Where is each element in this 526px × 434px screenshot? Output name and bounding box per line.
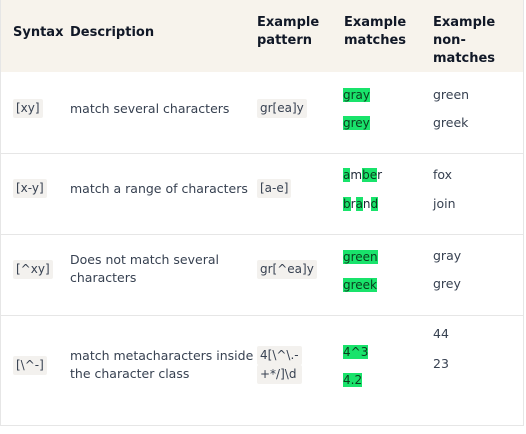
table-row: [x-y] match a range of characters [a-e] … xyxy=(1,154,523,234)
table-header: Syntax Description Example pattern Examp… xyxy=(1,0,523,72)
nonmatch-item: 44 xyxy=(433,326,449,341)
nonmatch-item: 23 xyxy=(433,356,449,371)
match-item: brand xyxy=(343,197,379,211)
table-row: [xy] match several characters gr[ea]y gr… xyxy=(1,73,523,153)
syntax-cell: [x-y] xyxy=(13,179,47,198)
nonmatch-item: grey xyxy=(433,276,461,291)
description-cell: match several characters xyxy=(70,101,230,116)
header-example-pattern: Example pattern xyxy=(257,15,320,48)
match-item: green xyxy=(343,250,378,264)
pattern-cell: gr[ea]y xyxy=(257,99,307,118)
syntax-cell: [\^-] xyxy=(13,356,47,375)
description-cell: match metacharacters inside the characte… xyxy=(70,348,254,381)
table-row: [\^-] match metacharacters inside the ch… xyxy=(1,316,523,426)
nonmatch-item: join xyxy=(433,196,456,211)
regex-character-class-table: Syntax Description Example pattern Examp… xyxy=(0,0,524,426)
syntax-cell: [^xy] xyxy=(13,260,53,279)
nonmatch-item: green xyxy=(433,87,470,102)
table-row: [^xy] Does not match several characters … xyxy=(1,235,523,315)
description-cell: match a range of characters xyxy=(70,181,248,196)
nonmatch-item: greek xyxy=(433,115,469,130)
header-example-nonmatches: Example non- matches xyxy=(433,15,496,66)
header-syntax: Syntax xyxy=(13,25,64,40)
syntax-cell: [xy] xyxy=(13,99,43,118)
match-item: 4.2 xyxy=(343,373,363,387)
match-item: grey xyxy=(343,116,370,130)
pattern-cell: [a-e] xyxy=(257,179,292,198)
pattern-cell: 4[\^\.- +*/]\d xyxy=(257,346,302,384)
description-cell: Does not match several characters xyxy=(70,252,219,285)
match-item: gray xyxy=(343,88,371,102)
nonmatch-item: fox xyxy=(433,167,453,182)
match-item: greek xyxy=(343,278,378,292)
match-item: 4^3 xyxy=(343,345,369,359)
match-item: amber xyxy=(343,168,383,182)
header-example-matches: Example matches xyxy=(344,15,407,48)
pattern-cell: gr[^ea]y xyxy=(257,260,317,279)
header-description: Description xyxy=(70,25,155,40)
nonmatch-item: gray xyxy=(433,248,462,263)
